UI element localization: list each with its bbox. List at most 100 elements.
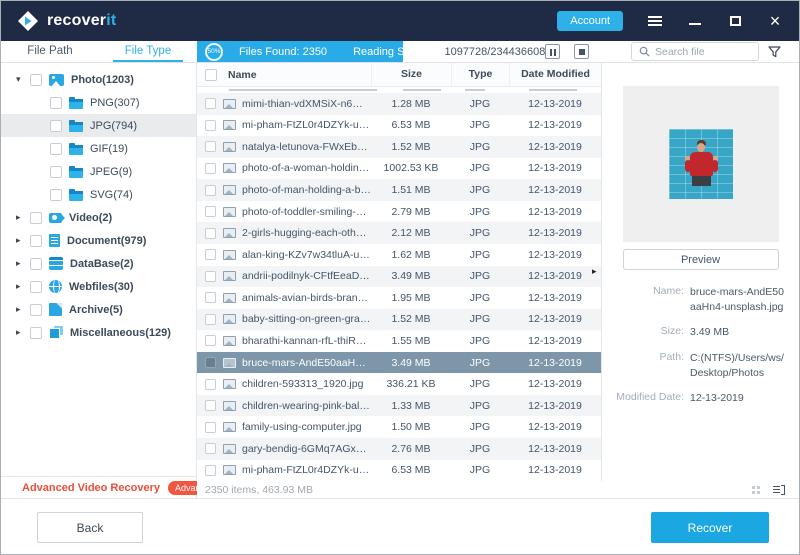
filter-icon[interactable]: [768, 46, 781, 58]
table-row[interactable]: natalya-letunova-FWxEbL34i4Y-unspl... 1.…: [197, 136, 601, 158]
column-date-modified[interactable]: Date Modified: [509, 63, 601, 86]
pause-scan-button[interactable]: [545, 44, 560, 59]
misc-icon: [49, 326, 63, 339]
checkbox[interactable]: [205, 422, 216, 433]
back-button[interactable]: Back: [37, 512, 143, 543]
checkbox[interactable]: [205, 206, 216, 217]
advanced-video-recovery-row[interactable]: Advanced Video Recovery Advanced: [1, 476, 196, 498]
table-row[interactable]: 2-girls-hugging-each-other-outdoor-... 2…: [197, 222, 601, 244]
checkbox[interactable]: [30, 212, 42, 224]
checkbox[interactable]: [205, 357, 216, 368]
close-icon[interactable]: ×: [767, 13, 783, 29]
checkbox[interactable]: [205, 271, 216, 282]
sidebar-tree-item[interactable]: ▸ Archive(5): [1, 298, 196, 321]
checkbox[interactable]: [30, 281, 42, 293]
checkbox[interactable]: [205, 228, 216, 239]
checkbox[interactable]: [50, 120, 62, 132]
expand-arrow-icon[interactable]: ▸: [16, 281, 26, 292]
detail-path: Path: C:(NTFS)/Users/ws/Desktop/Photos: [608, 351, 789, 380]
table-row[interactable]: family-using-computer.jpg 1.50 MB JPG 12…: [197, 416, 601, 438]
sidebar-tree-item[interactable]: PNG(307): [1, 91, 196, 114]
checkbox[interactable]: [205, 98, 216, 109]
table-row[interactable]: mi-pham-FtZL0r4DZYk-unsplash.jpg 6.53 MB…: [197, 115, 601, 137]
expand-arrow-icon[interactable]: ▸: [16, 212, 26, 223]
column-size[interactable]: Size: [371, 63, 451, 86]
checkbox[interactable]: [30, 258, 42, 270]
expand-arrow-icon[interactable]: ▸: [16, 327, 26, 338]
tab-file-path[interactable]: File Path: [1, 41, 99, 62]
image-file-icon: [223, 314, 236, 324]
checkbox[interactable]: [30, 235, 42, 247]
sidebar-tree-item[interactable]: ▸ DataBase(2): [1, 252, 196, 275]
checkbox[interactable]: [205, 379, 216, 390]
recoverit-logo-icon: [17, 10, 39, 32]
table-row[interactable]: children-593313_1920.jpg 336.21 KB JPG 1…: [197, 373, 601, 395]
table-row[interactable]: mi-pham-FtZL0r4DZYk-unsplash.jpg 6.53 MB…: [197, 460, 601, 482]
checkbox[interactable]: [205, 120, 216, 131]
checkbox[interactable]: [30, 327, 42, 339]
tab-file-type[interactable]: File Type: [99, 41, 197, 62]
checkbox[interactable]: [205, 314, 216, 325]
stop-scan-button[interactable]: [574, 44, 589, 59]
checkbox[interactable]: [30, 74, 42, 86]
maximize-icon[interactable]: [727, 13, 743, 29]
checkbox[interactable]: [205, 249, 216, 260]
table-row[interactable]: baby-sitting-on-green-grass-beside-... 1…: [197, 309, 601, 331]
table-row[interactable]: children-wearing-pink-ball-dress-360... …: [197, 395, 601, 417]
checkbox[interactable]: [50, 166, 62, 178]
expand-arrow-icon[interactable]: ▸: [16, 258, 26, 269]
sidebar-tree-item[interactable]: SVG(74): [1, 183, 196, 206]
preview-button[interactable]: Preview: [623, 249, 779, 270]
select-all-checkbox[interactable]: [205, 69, 217, 81]
column-name[interactable]: Name: [224, 69, 371, 81]
account-button[interactable]: Account: [557, 11, 623, 31]
panel-collapse-arrow-icon[interactable]: ▸: [592, 266, 597, 277]
table-row[interactable]: mimi-thian-vdXMSiX-n6M-unsplash.jpg 1.28…: [197, 93, 601, 115]
table-row[interactable]: andrii-podilnyk-CFtfEeaDg1I-unsplas... 3…: [197, 266, 601, 288]
items-summary: 2350 items, 463.93 MB: [205, 484, 313, 496]
search-input[interactable]: [655, 46, 743, 58]
sidebar-tree-item[interactable]: ▸ Video(2): [1, 206, 196, 229]
advanced-video-recovery-link[interactable]: Advanced Video Recovery: [22, 482, 160, 494]
table-row[interactable]: animals-avian-birds-branch-459326.j... 1…: [197, 287, 601, 309]
checkbox[interactable]: [205, 335, 216, 346]
table-row[interactable]: bruce-mars-AndE50aaHn4-unsplash... 3.49 …: [197, 352, 601, 374]
expand-arrow-icon[interactable]: ▸: [16, 304, 26, 315]
recover-button[interactable]: Recover: [651, 512, 769, 543]
sidebar-tree-item[interactable]: ▾ Photo(1203): [1, 68, 196, 91]
table-row[interactable]: gary-bendig-6GMq7AGxNbE-unsplas... 2.76 …: [197, 438, 601, 460]
column-type[interactable]: Type: [451, 63, 509, 86]
list-view-icon[interactable]: [773, 485, 785, 495]
checkbox[interactable]: [50, 97, 62, 109]
minimize-icon[interactable]: [687, 13, 703, 29]
sidebar-tree-item[interactable]: GIF(19): [1, 137, 196, 160]
checkbox[interactable]: [205, 465, 216, 476]
sidebar-tree-item[interactable]: ▸ Miscellaneous(129): [1, 321, 196, 344]
checkbox[interactable]: [205, 292, 216, 303]
checkbox[interactable]: [205, 185, 216, 196]
checkbox[interactable]: [205, 163, 216, 174]
checkbox[interactable]: [205, 141, 216, 152]
table-row[interactable]: photo-of-a-woman-holding-an-ipad-7... 10…: [197, 158, 601, 180]
checkbox[interactable]: [205, 400, 216, 411]
sidebar-tree-item[interactable]: JPG(794): [1, 114, 196, 137]
checkbox[interactable]: [205, 443, 216, 454]
expand-arrow-icon[interactable]: ▾: [16, 74, 26, 85]
table-row[interactable]: photo-of-man-holding-a-book-92702... 1.5…: [197, 179, 601, 201]
table-row[interactable]: photo-of-toddler-smiling-1912868.jpg 2.7…: [197, 201, 601, 223]
sub-header: File Path File Type 50% Files Found: 235…: [1, 41, 799, 63]
menu-icon[interactable]: [647, 13, 663, 29]
checkbox[interactable]: [50, 143, 62, 155]
grid-view-icon[interactable]: [752, 486, 760, 494]
sidebar-tree-item[interactable]: ▸ Document(979): [1, 229, 196, 252]
sidebar-tree-item[interactable]: ▸ Webfiles(30): [1, 275, 196, 298]
table-row[interactable]: alan-king-KZv7w34tluA-unsplash.jpg 1.62 …: [197, 244, 601, 266]
checkbox[interactable]: [50, 189, 62, 201]
table-row[interactable]: bharathi-kannan-rfL-thiRzDs-unsplas... 1…: [197, 330, 601, 352]
status-bar: 2350 items, 463.93 MB: [197, 481, 799, 498]
expand-arrow-icon[interactable]: ▸: [16, 235, 26, 246]
image-file-icon: [223, 99, 236, 109]
checkbox[interactable]: [30, 304, 42, 316]
search-box[interactable]: [631, 42, 759, 61]
sidebar-tree-item[interactable]: JPEG(9): [1, 160, 196, 183]
